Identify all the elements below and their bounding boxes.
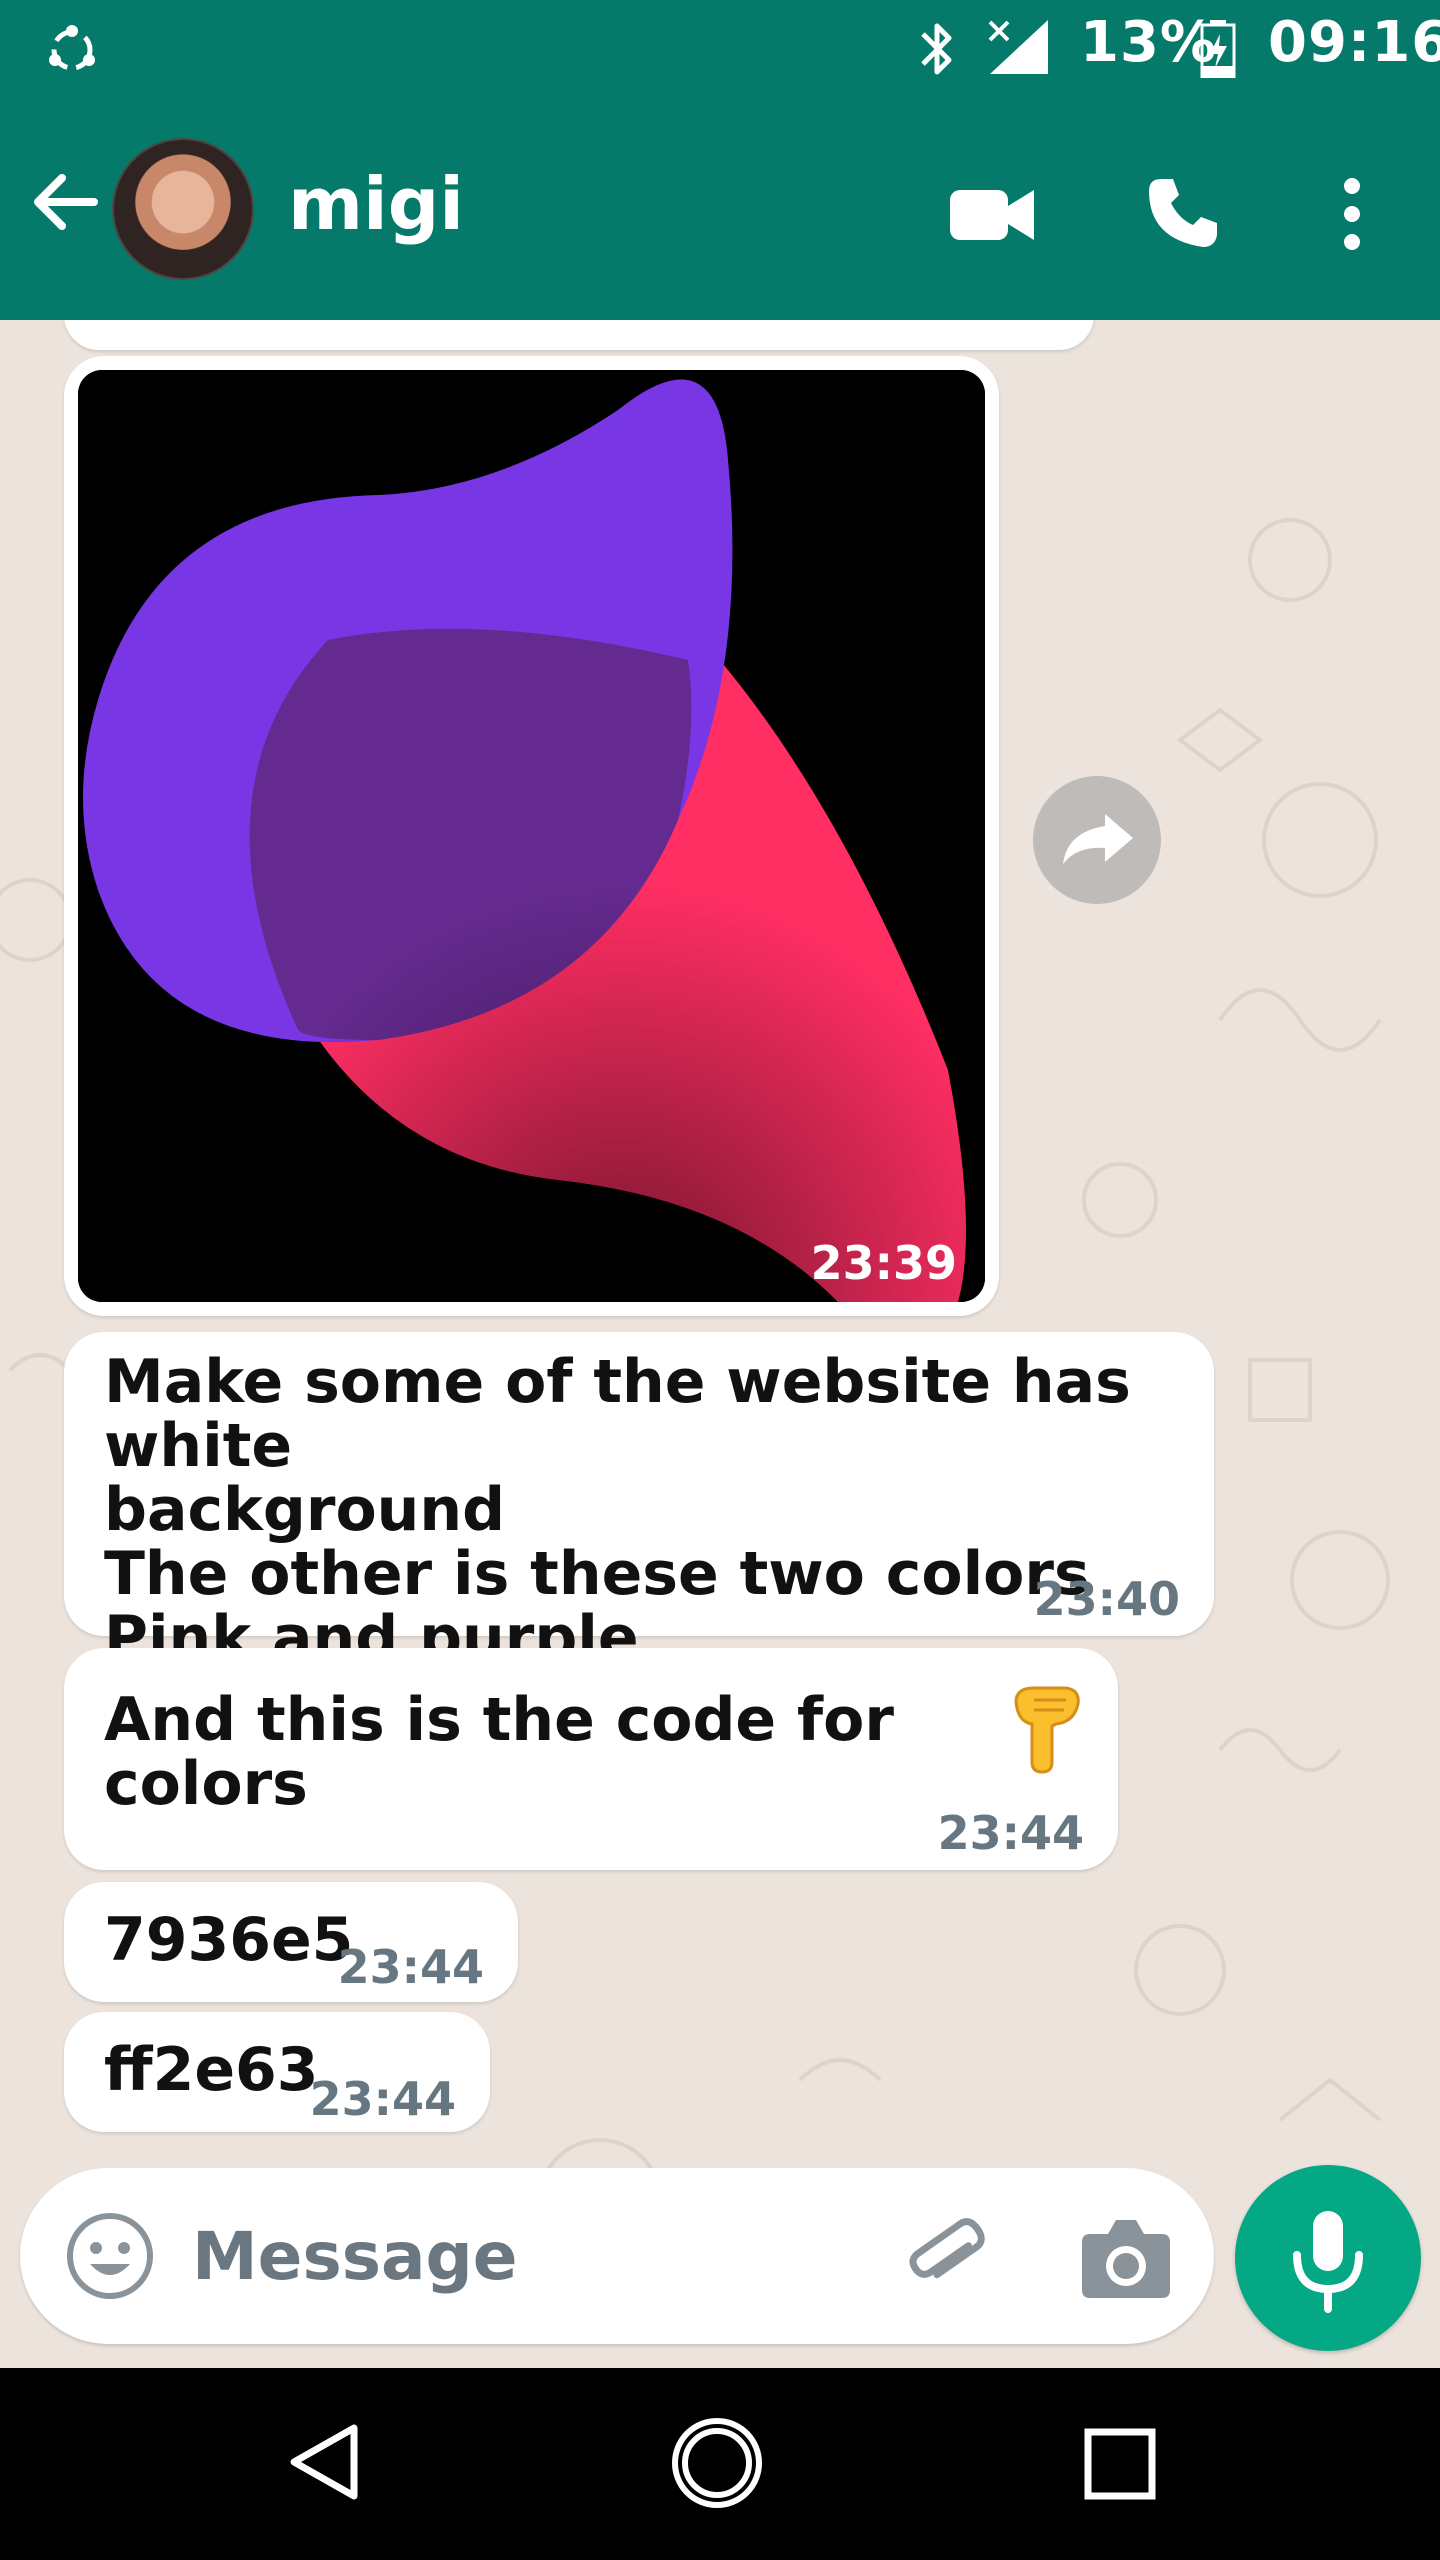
- nav-back-icon[interactable]: [284, 2422, 364, 2502]
- battery-percentage: 13%: [1080, 10, 1218, 75]
- message-text: Make some of the website has white backg…: [104, 1347, 1131, 1673]
- message-bubble[interactable]: Make some of the website has white backg…: [64, 1332, 1214, 1670]
- emoji-icon[interactable]: [64, 2210, 156, 2302]
- pointing-down-emoji-icon: [1014, 1686, 1080, 1774]
- chat-area[interactable]: 23:39 23:39 Make: [0, 320, 1440, 2368]
- nav-recent-icon[interactable]: [1084, 2428, 1156, 2500]
- message-text: And this is the code for colors: [104, 1685, 894, 1819]
- forward-button[interactable]: [1033, 776, 1161, 904]
- no-signal-icon: [988, 20, 1048, 74]
- bluetooth-icon: [921, 23, 952, 75]
- message-input[interactable]: [190, 2206, 870, 2306]
- message-bubble[interactable]: ff2e63 23:44: [64, 2012, 490, 2132]
- chat-header: migi: [0, 100, 1440, 320]
- message-time: 23:44: [309, 2072, 456, 2126]
- attach-icon[interactable]: [896, 2208, 996, 2308]
- message-bubble[interactable]: And this is the code for colors 23:44: [64, 1648, 1118, 1870]
- nav-home-icon[interactable]: [670, 2416, 764, 2510]
- status-bar: 13% 09:16: [0, 0, 1440, 100]
- image-message[interactable]: 23:39: [64, 356, 999, 1316]
- video-call-icon[interactable]: [950, 180, 1034, 250]
- sync-icon: [49, 25, 95, 71]
- message-time: 23:39: [810, 1236, 957, 1290]
- clock: 09:16: [1268, 10, 1440, 75]
- contact-name[interactable]: migi: [288, 162, 464, 246]
- mic-icon: [1293, 2211, 1363, 2313]
- message-bubble[interactable]: 23:39: [64, 320, 1094, 350]
- color-blobs-image: [78, 370, 985, 1302]
- voice-record-button[interactable]: [1235, 2165, 1421, 2351]
- shared-image[interactable]: 23:39: [78, 370, 985, 1302]
- message-bubble[interactable]: 7936e5 23:44: [64, 1882, 518, 2002]
- message-time: 23:44: [937, 1806, 1084, 1860]
- message-composer: [20, 2168, 1214, 2344]
- phone-icon[interactable]: [1145, 175, 1221, 251]
- back-arrow-icon[interactable]: [24, 160, 108, 244]
- message-time: 23:44: [337, 1940, 484, 1994]
- message-time: 23:39: [910, 320, 1050, 329]
- message-time: 23:40: [1033, 1572, 1180, 1626]
- forward-icon: [1063, 814, 1133, 864]
- camera-icon[interactable]: [1080, 2214, 1172, 2300]
- more-vert-icon[interactable]: [1332, 172, 1372, 256]
- battery-charging-icon: [1200, 20, 1236, 78]
- avatar[interactable]: [112, 138, 254, 280]
